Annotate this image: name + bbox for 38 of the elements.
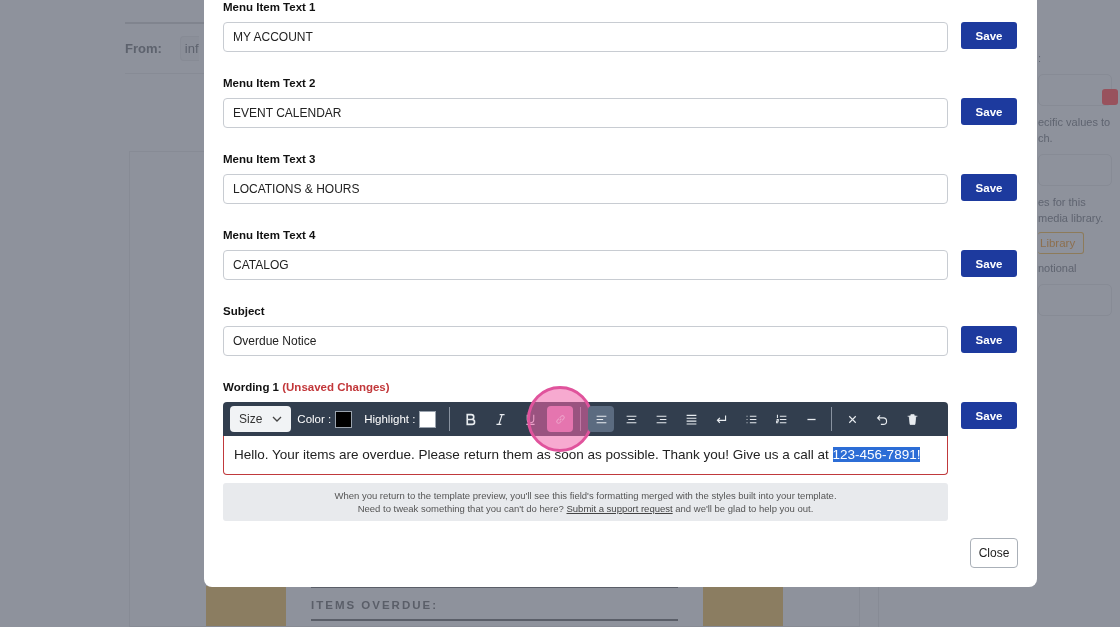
save-button[interactable]: Save (961, 402, 1017, 429)
chevron-down-icon (272, 416, 283, 422)
field-label: Subject (223, 304, 266, 318)
save-button[interactable]: Save (961, 326, 1017, 353)
support-link[interactable]: Submit a support request (566, 503, 673, 514)
underline-icon (523, 412, 537, 426)
size-dropdown[interactable]: Size (230, 406, 292, 432)
trash-icon (905, 412, 919, 426)
align-left-button[interactable] (588, 406, 615, 432)
swatch-label: Color : (297, 413, 332, 425)
field-label: Menu Item Text 2 (223, 76, 317, 90)
italic-icon (493, 412, 507, 426)
field-label: Menu Item Text 3 (223, 152, 317, 166)
color-swatch[interactable] (335, 410, 353, 428)
text-field[interactable]: CATALOG (223, 250, 948, 280)
close-button[interactable]: Close (970, 538, 1018, 568)
undo-icon (875, 412, 889, 426)
text-field[interactable]: MY ACCOUNT (223, 22, 948, 52)
link-icon (553, 412, 567, 426)
background-text: : (1038, 51, 1043, 66)
save-button[interactable]: Save (961, 98, 1017, 125)
field-label: Wording 1 (Unsaved Changes) (223, 380, 391, 394)
color-swatch[interactable] (419, 410, 437, 428)
numbered-list-icon (774, 412, 788, 426)
save-button[interactable]: Save (961, 174, 1017, 201)
line-break-icon (714, 412, 728, 426)
help-notice: When you return to the template preview, you'll see this field's formatting merged with the styles built into your template. Need to tweak something that you can't do here? Submit a support request and we'll be glad to help you out. (223, 483, 948, 521)
text-field[interactable]: LOCATIONS & HOURS (223, 174, 948, 204)
wording-editor[interactable]: Hello. Your items are overdue. Please return them as soon as possible. Thank you! Give us a call at 123-456-7891! (223, 436, 948, 475)
text-field[interactable]: Overdue Notice (223, 326, 948, 356)
field-label: Menu Item Text 1 (223, 0, 317, 14)
field-label: Menu Item Text 4 (223, 228, 317, 242)
justify-icon (684, 412, 698, 426)
swatch-label: Highlight : (364, 413, 416, 425)
bold-icon (463, 412, 477, 426)
save-button[interactable]: Save (961, 22, 1017, 49)
save-button[interactable]: Save (961, 250, 1017, 277)
text-field[interactable]: EVENT CALENDAR (223, 98, 948, 128)
